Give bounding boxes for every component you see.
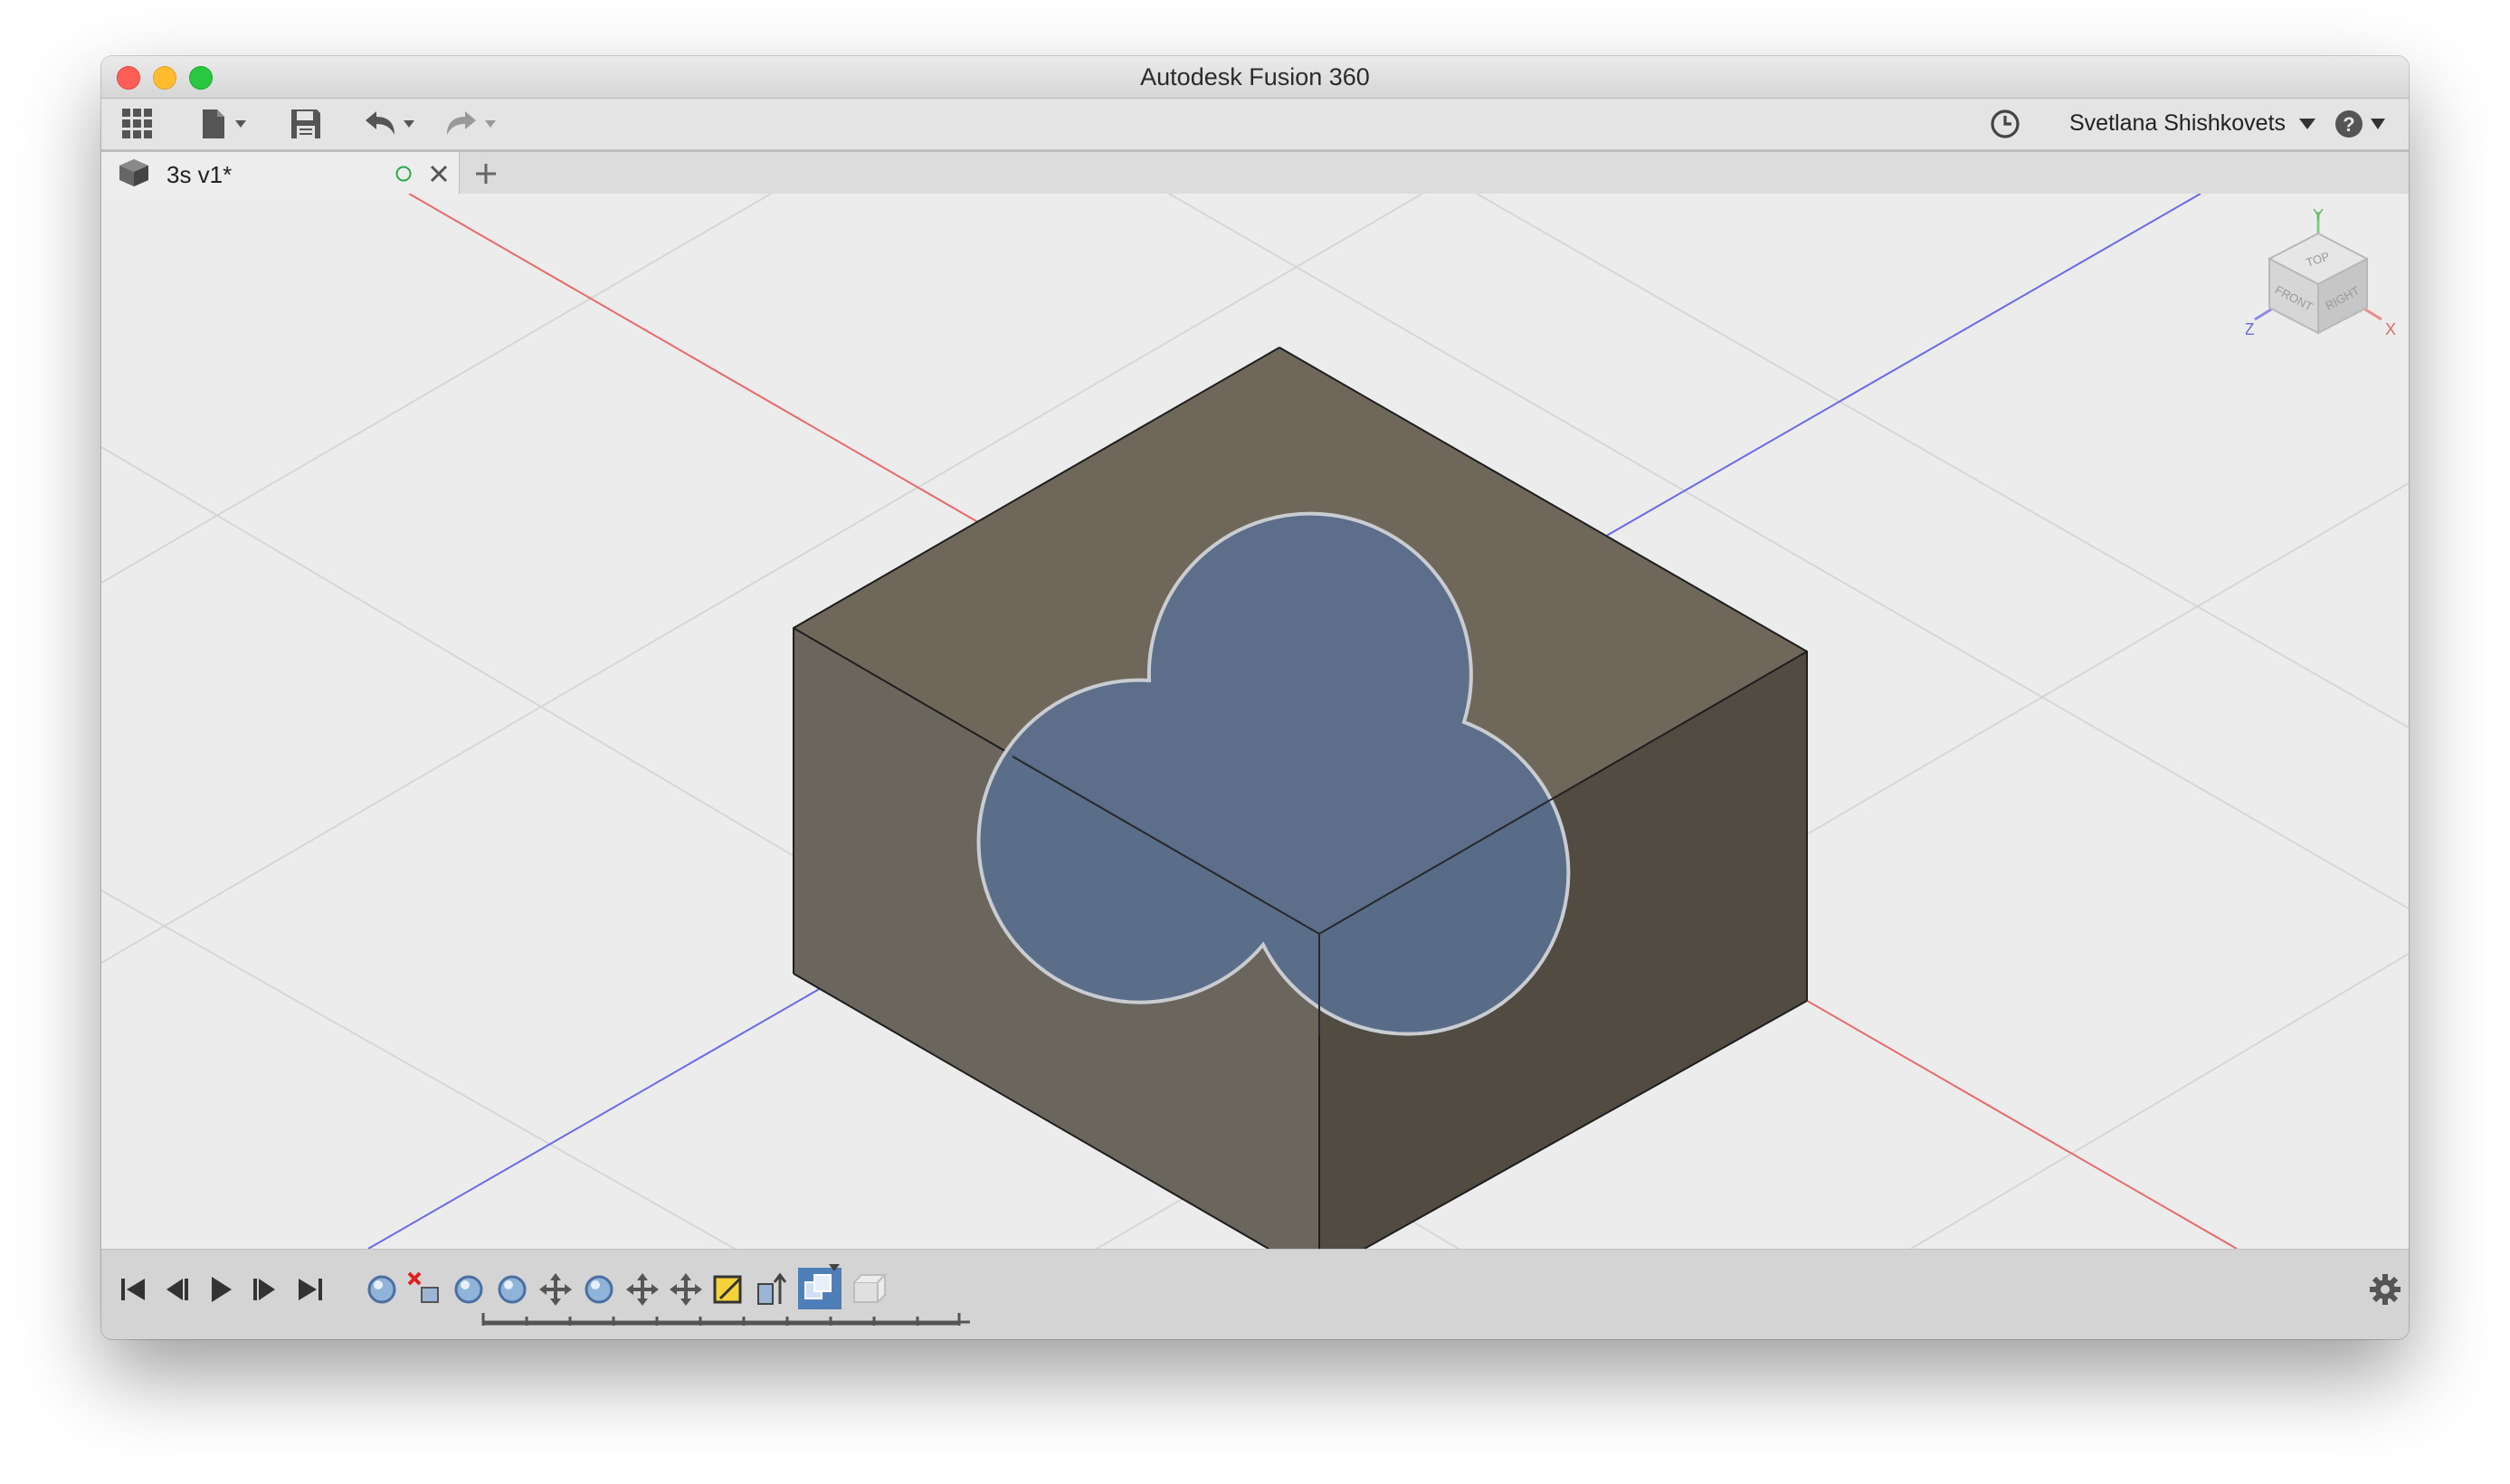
model-canvas <box>101 194 2409 1249</box>
timeline-bar <box>101 1249 2409 1339</box>
move-icon[interactable] <box>666 1270 706 1309</box>
sketch-icon[interactable] <box>362 1270 402 1309</box>
undo-button[interactable] <box>364 106 423 142</box>
step-back-icon[interactable] <box>159 1271 195 1308</box>
title-bar: Autodesk Fusion 360 <box>101 56 2409 99</box>
undo-icon <box>366 111 414 135</box>
clock-icon <box>1991 109 2020 138</box>
redo-icon <box>447 111 496 135</box>
redo-button[interactable] <box>445 106 505 142</box>
file-menu-button[interactable] <box>199 106 253 142</box>
gear-icon[interactable] <box>2369 1273 2401 1306</box>
chevron-down-icon <box>2298 119 2315 130</box>
axis-y-label: Y <box>2313 206 2324 224</box>
job-status-button[interactable] <box>1989 106 2021 142</box>
extrude-icon[interactable] <box>753 1270 793 1309</box>
plus-icon[interactable] <box>474 162 498 186</box>
grid-icon <box>122 109 152 138</box>
step-forward-icon[interactable] <box>246 1271 282 1308</box>
skip-to-start-icon[interactable] <box>116 1271 152 1308</box>
user-account-menu[interactable]: Svetlana Shishkovets <box>2069 110 2317 137</box>
move-icon[interactable] <box>536 1270 575 1309</box>
timeline-track-line <box>481 1315 961 1326</box>
close-icon[interactable] <box>429 164 449 184</box>
document-tab-bar: 3s v1* <box>101 152 2409 195</box>
body-icon[interactable] <box>849 1270 889 1309</box>
delete-body-icon[interactable] <box>405 1270 445 1309</box>
svg-text:?: ? <box>2343 113 2354 136</box>
combine-icon[interactable] <box>796 1264 843 1311</box>
canvas-viewport[interactable]: TOP FRONT RIGHT Y X Z <box>101 194 2409 1249</box>
view-cube[interactable]: TOP FRONT RIGHT Y X Z <box>2246 206 2400 360</box>
skip-to-end-icon[interactable] <box>291 1271 328 1308</box>
sketch-icon[interactable] <box>579 1270 619 1309</box>
save-button[interactable] <box>290 106 322 142</box>
sketch-icon[interactable] <box>449 1270 489 1309</box>
document-tab-label: 3s v1* <box>166 161 233 188</box>
component-icon <box>119 159 148 186</box>
chevron-down-icon <box>235 120 246 128</box>
help-menu-button[interactable]: ? <box>2334 106 2391 142</box>
app-window: Autodesk Fusion 360 Svetlana Shishkovets… <box>101 56 2409 1339</box>
sketch-edit-icon[interactable] <box>709 1270 749 1309</box>
window-title: Autodesk Fusion 360 <box>1140 63 1370 90</box>
data-panel-button[interactable] <box>121 106 154 142</box>
sketch-icon[interactable] <box>492 1270 532 1309</box>
play-icon[interactable] <box>203 1271 239 1308</box>
move-icon[interactable] <box>623 1270 662 1309</box>
save-icon <box>291 109 320 138</box>
application-toolbar: Svetlana Shishkovets ? <box>101 99 2409 152</box>
axis-z-label: Z <box>2246 320 2255 338</box>
axis-x-label: X <box>2385 320 2396 338</box>
user-name-label: Svetlana Shishkovets <box>2069 110 2287 136</box>
document-icon <box>203 109 246 138</box>
status-circle-icon <box>395 166 412 182</box>
help-icon: ? <box>2335 110 2385 138</box>
document-tab[interactable]: 3s v1* <box>101 152 460 194</box>
